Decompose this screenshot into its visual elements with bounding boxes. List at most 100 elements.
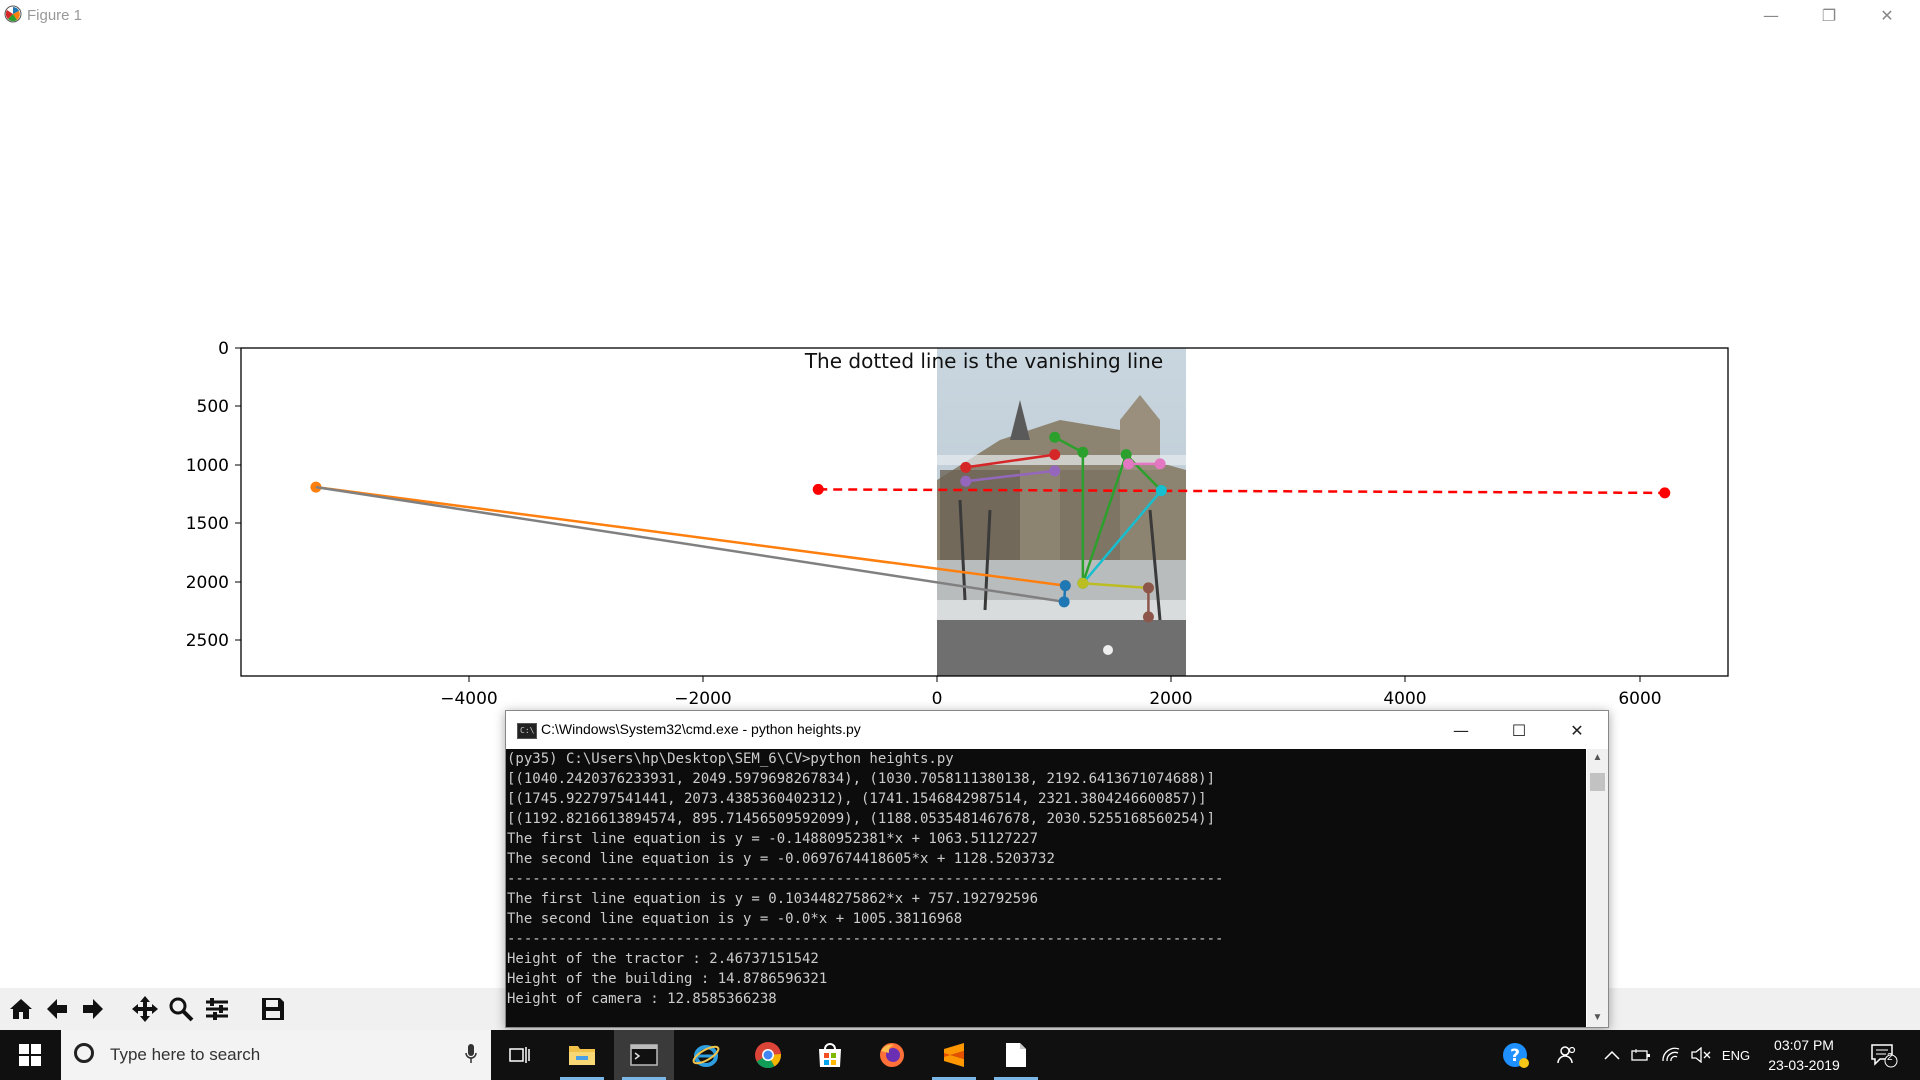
console-line: The first line equation is y = 0.1034482…	[507, 891, 1039, 907]
cmd-maximize-button[interactable]: ☐	[1491, 711, 1547, 749]
matplotlib-logo-icon	[4, 5, 22, 23]
console-icon	[517, 723, 537, 739]
console-line: Height of the building : 14.8786596321	[507, 971, 828, 987]
window-titlebar: Figure 1 — ❐ ✕	[0, 0, 1920, 30]
clock[interactable]: 03:07 PM 23-03-2019	[1756, 1030, 1852, 1080]
console-line: Height of the tractor : 2.46737151542	[507, 951, 819, 967]
y-tick-label: 2500	[186, 631, 229, 651]
cmd-title: C:\Windows\System32\cmd.exe - python hei…	[541, 721, 861, 737]
window-title: Figure 1	[27, 7, 83, 24]
language-indicator[interactable]: ENG	[1718, 1030, 1754, 1080]
x-tick-label: 2000	[1149, 689, 1192, 709]
clock-date: 23-03-2019	[1768, 1057, 1840, 1073]
x-tick-label: −4000	[440, 689, 498, 709]
document-icon	[1006, 1043, 1026, 1067]
series-point-3-1	[1077, 446, 1089, 458]
task-view-icon	[509, 1047, 530, 1063]
windows-logo-icon	[19, 1044, 41, 1066]
home-button[interactable]	[4, 992, 38, 1026]
series-point-8-0	[1077, 577, 1089, 589]
console-line: The first line equation is y = -0.148809…	[507, 831, 1039, 847]
forward-button[interactable]	[76, 992, 110, 1026]
battery-tray-button[interactable]	[1628, 1030, 1654, 1080]
cmd-minimize-button[interactable]: —	[1433, 711, 1489, 749]
show-hidden-icons-button[interactable]	[1600, 1030, 1624, 1080]
task-view-button[interactable]	[490, 1030, 550, 1080]
sublime-text-icon	[944, 1043, 964, 1067]
help-tray-button[interactable]: ?	[1498, 1030, 1532, 1080]
volume-tray-button[interactable]	[1688, 1030, 1714, 1080]
x-axis: −4000 −2000 0 2000 4000 6000	[440, 676, 1662, 709]
zoom-button[interactable]	[164, 992, 198, 1026]
series-point-7-0	[1123, 458, 1135, 470]
chrome-button[interactable]	[738, 1030, 798, 1080]
firefox-icon	[880, 1043, 904, 1067]
cmd-scrollbar[interactable]: ▲ ▼	[1587, 749, 1608, 1027]
series-point-10-0	[1059, 580, 1071, 592]
magnifier-icon	[169, 997, 194, 1022]
series-point-9-0	[1142, 582, 1154, 594]
x-tick-label: −2000	[674, 689, 732, 709]
store-button[interactable]	[800, 1030, 860, 1080]
plot-title: The dotted line is the vanishing line	[804, 349, 1164, 373]
cortana-icon	[74, 1043, 94, 1063]
cmd-window: C:\Windows\System32\cmd.exe - python hei…	[505, 710, 1609, 1028]
svg-text:?: ?	[1510, 1046, 1520, 1066]
y-tick-label: 2000	[186, 573, 229, 593]
sliders-icon	[206, 998, 228, 1020]
move-icon	[132, 996, 158, 1022]
x-tick-label: 4000	[1383, 689, 1426, 709]
pan-button[interactable]	[128, 992, 162, 1026]
cmd-taskbar-button[interactable]	[614, 1030, 674, 1080]
scroll-thumb[interactable]	[1590, 773, 1605, 791]
wifi-icon	[1662, 1047, 1680, 1062]
series-point-2-1	[1659, 487, 1671, 499]
notification-count: 2	[1887, 1052, 1893, 1063]
microphone-icon[interactable]	[465, 1044, 477, 1064]
chevron-up-icon	[1604, 1050, 1620, 1060]
people-icon	[1557, 1046, 1576, 1064]
building-photo	[937, 348, 1186, 676]
series-point-4-1	[1155, 485, 1167, 497]
series-point-2-0	[812, 483, 824, 495]
wifi-tray-button[interactable]	[1658, 1030, 1684, 1080]
internet-explorer-button[interactable]	[676, 1030, 736, 1080]
cmd-close-button[interactable]: ✕	[1549, 711, 1605, 749]
help-question-icon: ?	[1503, 1043, 1529, 1068]
console-line: [(1192.8216613894574, 895.71456509592099…	[507, 811, 1216, 827]
configure-subplots-button[interactable]	[200, 992, 234, 1026]
x-tick-label: 0	[932, 689, 943, 709]
clock-time: 03:07 PM	[1774, 1037, 1834, 1053]
back-button[interactable]	[40, 992, 74, 1026]
minimize-button[interactable]: —	[1748, 0, 1794, 30]
firefox-button[interactable]	[862, 1030, 922, 1080]
console-separator: ----------------------------------------…	[507, 931, 1224, 947]
cmd-titlebar[interactable]: C:\Windows\System32\cmd.exe - python hei…	[506, 711, 1608, 749]
scroll-up-arrow-icon[interactable]: ▲	[1587, 749, 1608, 767]
action-center-button[interactable]: 2	[1864, 1030, 1904, 1080]
notepad-button[interactable]	[986, 1030, 1046, 1080]
store-bag-icon	[819, 1043, 841, 1067]
series-point-3-3	[1120, 449, 1132, 461]
search-placeholder: Type here to search	[110, 1045, 261, 1064]
save-button[interactable]	[256, 992, 290, 1026]
sublime-text-button[interactable]	[924, 1030, 984, 1080]
series-point-3-0	[1049, 431, 1061, 443]
y-axis: 0 500 1000 1500 2000 2500	[186, 339, 241, 651]
y-tick-label: 1000	[186, 456, 229, 476]
series-point-9-1	[1142, 611, 1154, 623]
taskbar-search-box[interactable]: Type here to search	[61, 1030, 491, 1080]
scroll-down-arrow-icon[interactable]: ▼	[1587, 1009, 1608, 1027]
volume-muted-icon	[1691, 1047, 1711, 1063]
restore-button[interactable]: ❐	[1806, 0, 1852, 30]
chrome-icon	[755, 1042, 781, 1069]
arrow-right-icon	[83, 999, 103, 1019]
x-tick-label: 6000	[1618, 689, 1661, 709]
file-explorer-button[interactable]	[552, 1030, 612, 1080]
console-line: (py35) C:\Users\hp\Desktop\SEM_6\CV>pyth…	[507, 751, 954, 767]
people-tray-button[interactable]	[1552, 1030, 1582, 1080]
close-button[interactable]: ✕	[1864, 0, 1910, 30]
cmd-console[interactable]: (py35) C:\Users\hp\Desktop\SEM_6\CV>pyth…	[506, 749, 1586, 1027]
series-point-6-1	[1049, 465, 1061, 477]
start-button[interactable]	[0, 1030, 60, 1080]
